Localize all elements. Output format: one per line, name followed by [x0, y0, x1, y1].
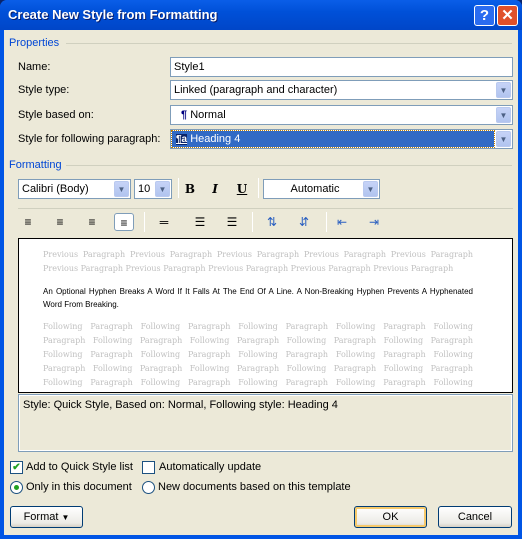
chevron-down-icon[interactable]: ▼ [496, 107, 511, 123]
help-button[interactable]: ? [474, 5, 495, 26]
based-on-label: Style based on: [18, 109, 94, 121]
chevron-down-icon[interactable]: ▼ [496, 131, 511, 147]
separator [326, 212, 327, 232]
format-button-label: Format [23, 511, 59, 523]
ok-button[interactable]: OK [354, 506, 427, 528]
following-value: Heading 4 [190, 133, 241, 145]
chevron-down-icon[interactable]: ▼ [363, 181, 378, 197]
bold-button[interactable]: B [181, 180, 199, 198]
double-spacing-icon[interactable]: ☰ [222, 213, 242, 231]
font-size-value: 10 [138, 183, 151, 195]
following-select[interactable]: ¶a Heading 4 ▼ [170, 129, 513, 149]
title-bar: Create New Style from Formatting ? ✕ [0, 0, 522, 30]
font-value: Calibri (Body) [22, 183, 89, 195]
linked-style-icon: ¶a [176, 134, 188, 145]
one-half-spacing-icon[interactable]: ☰ [190, 213, 210, 231]
caret-down-icon: ▼ [61, 513, 70, 522]
only-this-document-radio[interactable] [10, 481, 23, 494]
format-button[interactable]: Format ▼ [10, 506, 83, 528]
style-description: Style: Quick Style, Based on: Normal, Fo… [18, 394, 513, 452]
increase-paragraph-spacing-icon[interactable]: ⇅ [262, 213, 282, 231]
new-documents-radio[interactable] [142, 481, 155, 494]
name-input[interactable]: Style1 [170, 57, 513, 77]
dialog-title: Create New Style from Formatting [8, 7, 218, 22]
auto-update-checkbox[interactable] [142, 461, 155, 474]
paragraph-icon: ¶ [181, 109, 188, 121]
decrease-indent-icon[interactable]: ⇤ [332, 213, 352, 231]
divider [66, 165, 512, 166]
preview-previous-paragraph: Previous Paragraph Previous Paragraph Pr… [43, 250, 473, 273]
name-label: Name: [18, 61, 51, 73]
following-label: Style for following paragraph: [18, 133, 161, 145]
font-select[interactable]: Calibri (Body) ▼ [18, 179, 131, 199]
font-size-select[interactable]: 10 ▼ [134, 179, 172, 199]
dialog-window: Create New Style from Formatting ? ✕ Pro… [0, 0, 522, 539]
divider [66, 43, 512, 44]
chevron-down-icon[interactable]: ▼ [114, 181, 129, 197]
only-this-document-label[interactable]: Only in this document [26, 481, 132, 493]
dialog-body: Properties Name: Style1 Style type: Link… [4, 30, 518, 535]
add-quick-style-checkbox[interactable]: ✔ [10, 461, 23, 474]
preview-pane: Previous Paragraph Previous Paragraph Pr… [18, 238, 513, 393]
based-on-value: Normal [190, 109, 226, 121]
style-type-value: Linked (paragraph and character) [174, 84, 338, 96]
single-spacing-icon[interactable]: ═ [154, 213, 174, 231]
style-type-label: Style type: [18, 84, 70, 96]
align-right-icon[interactable]: ≡ [82, 213, 102, 231]
formatting-group-label: Formatting [9, 159, 62, 171]
separator [252, 212, 253, 232]
decrease-paragraph-spacing-icon[interactable]: ⇵ [294, 213, 314, 231]
increase-indent-icon[interactable]: ⇥ [364, 213, 384, 231]
font-color-select[interactable]: Automatic ▼ [263, 179, 380, 199]
align-center-icon[interactable]: ≡ [50, 213, 70, 231]
underline-button[interactable]: U [233, 180, 251, 198]
close-button[interactable]: ✕ [497, 5, 518, 26]
italic-button[interactable]: I [206, 180, 224, 198]
justify-icon[interactable]: ≡ [114, 213, 134, 231]
separator [258, 178, 259, 198]
separator [178, 178, 179, 198]
font-color-value: Automatic [290, 183, 340, 195]
auto-update-label[interactable]: Automatically update [159, 461, 261, 473]
preview-following-paragraph: Following Paragraph Following Paragraph … [43, 322, 473, 387]
style-type-select[interactable]: Linked (paragraph and character) ▼ [170, 80, 513, 100]
properties-group-label: Properties [9, 37, 60, 49]
preview-current-paragraph: An Optional Hyphen Breaks A Word If It F… [43, 287, 473, 309]
add-quick-style-label[interactable]: Add to Quick Style list [26, 461, 133, 473]
chevron-down-icon[interactable]: ▼ [155, 181, 170, 197]
new-documents-label[interactable]: New documents based on this template [158, 481, 351, 493]
chevron-down-icon[interactable]: ▼ [496, 82, 511, 98]
divider [18, 208, 513, 209]
align-left-icon[interactable]: ≡ [18, 213, 38, 231]
based-on-select[interactable]: ¶ Normal ▼ [170, 105, 513, 125]
cancel-button[interactable]: Cancel [438, 506, 512, 528]
separator [144, 212, 145, 232]
